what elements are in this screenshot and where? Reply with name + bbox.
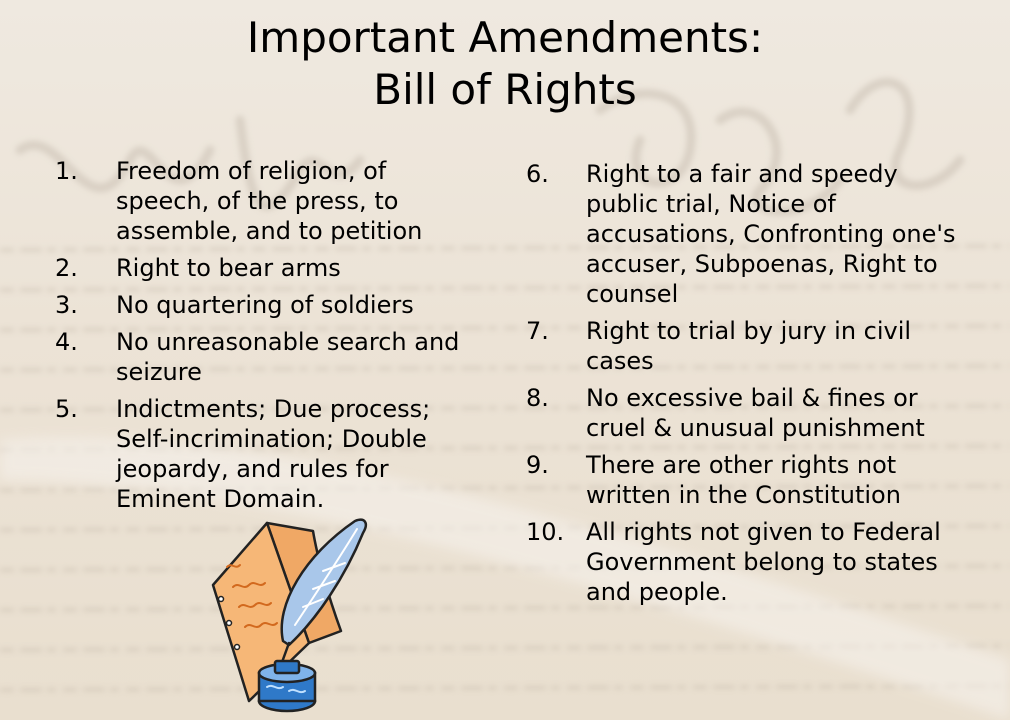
list-item-number: 9. xyxy=(526,451,549,479)
list-item-number: 8. xyxy=(526,384,549,412)
amendments-list-left: 1. Freedom of religion, of speech, of th… xyxy=(55,156,485,521)
list-item-number: 5. xyxy=(55,395,78,423)
quill-paper-inkwell-icon xyxy=(211,518,367,713)
list-item: 8. No excessive bail & fines or cruel & … xyxy=(526,383,966,443)
list-item-text: Freedom of religion, of speech, of the p… xyxy=(116,157,423,245)
list-item: 9. There are other rights not written in… xyxy=(526,450,966,510)
amendments-list-right: 6. Right to a fair and speedy public tri… xyxy=(526,159,966,614)
list-item: 6. Right to a fair and speedy public tri… xyxy=(526,159,966,309)
list-item-text: Indictments; Due process; Self-incrimina… xyxy=(116,395,431,513)
list-item: 2. Right to bear arms xyxy=(55,253,485,283)
slide-title-line-2: Bill of Rights xyxy=(373,65,637,114)
list-item-number: 10. xyxy=(526,518,565,546)
slide-title: Important Amendments: Bill of Rights xyxy=(0,12,1010,116)
list-item-number: 6. xyxy=(526,160,549,188)
list-item-number: 4. xyxy=(55,328,78,356)
list-item-text: All rights not given to Federal Governme… xyxy=(586,518,941,606)
list-item-number: 1. xyxy=(55,157,78,185)
list-item-text: There are other rights not written in th… xyxy=(586,451,901,509)
slide-title-line-1: Important Amendments: xyxy=(246,13,764,62)
list-item-number: 3. xyxy=(55,291,78,319)
list-item: 3. No quartering of soldiers xyxy=(55,290,485,320)
list-item: 4. No unreasonable search and seizure xyxy=(55,327,485,387)
list-item: 10. All rights not given to Federal Gove… xyxy=(526,517,966,607)
list-item-text: No quartering of soldiers xyxy=(116,291,414,319)
list-item-text: Right to a fair and speedy public trial,… xyxy=(586,160,956,308)
list-item: 5. Indictments; Due process; Self-incrim… xyxy=(55,394,485,514)
list-item-text: No excessive bail & fines or cruel & unu… xyxy=(586,384,925,442)
list-item-text: Right to trial by jury in civil cases xyxy=(586,317,912,375)
list-item: 1. Freedom of religion, of speech, of th… xyxy=(55,156,485,246)
list-item-number: 2. xyxy=(55,254,78,282)
list-item-text: Right to bear arms xyxy=(116,254,341,282)
list-item-number: 7. xyxy=(526,317,549,345)
list-item: 7. Right to trial by jury in civil cases xyxy=(526,316,966,376)
list-item-text: No unreasonable search and seizure xyxy=(116,328,460,386)
